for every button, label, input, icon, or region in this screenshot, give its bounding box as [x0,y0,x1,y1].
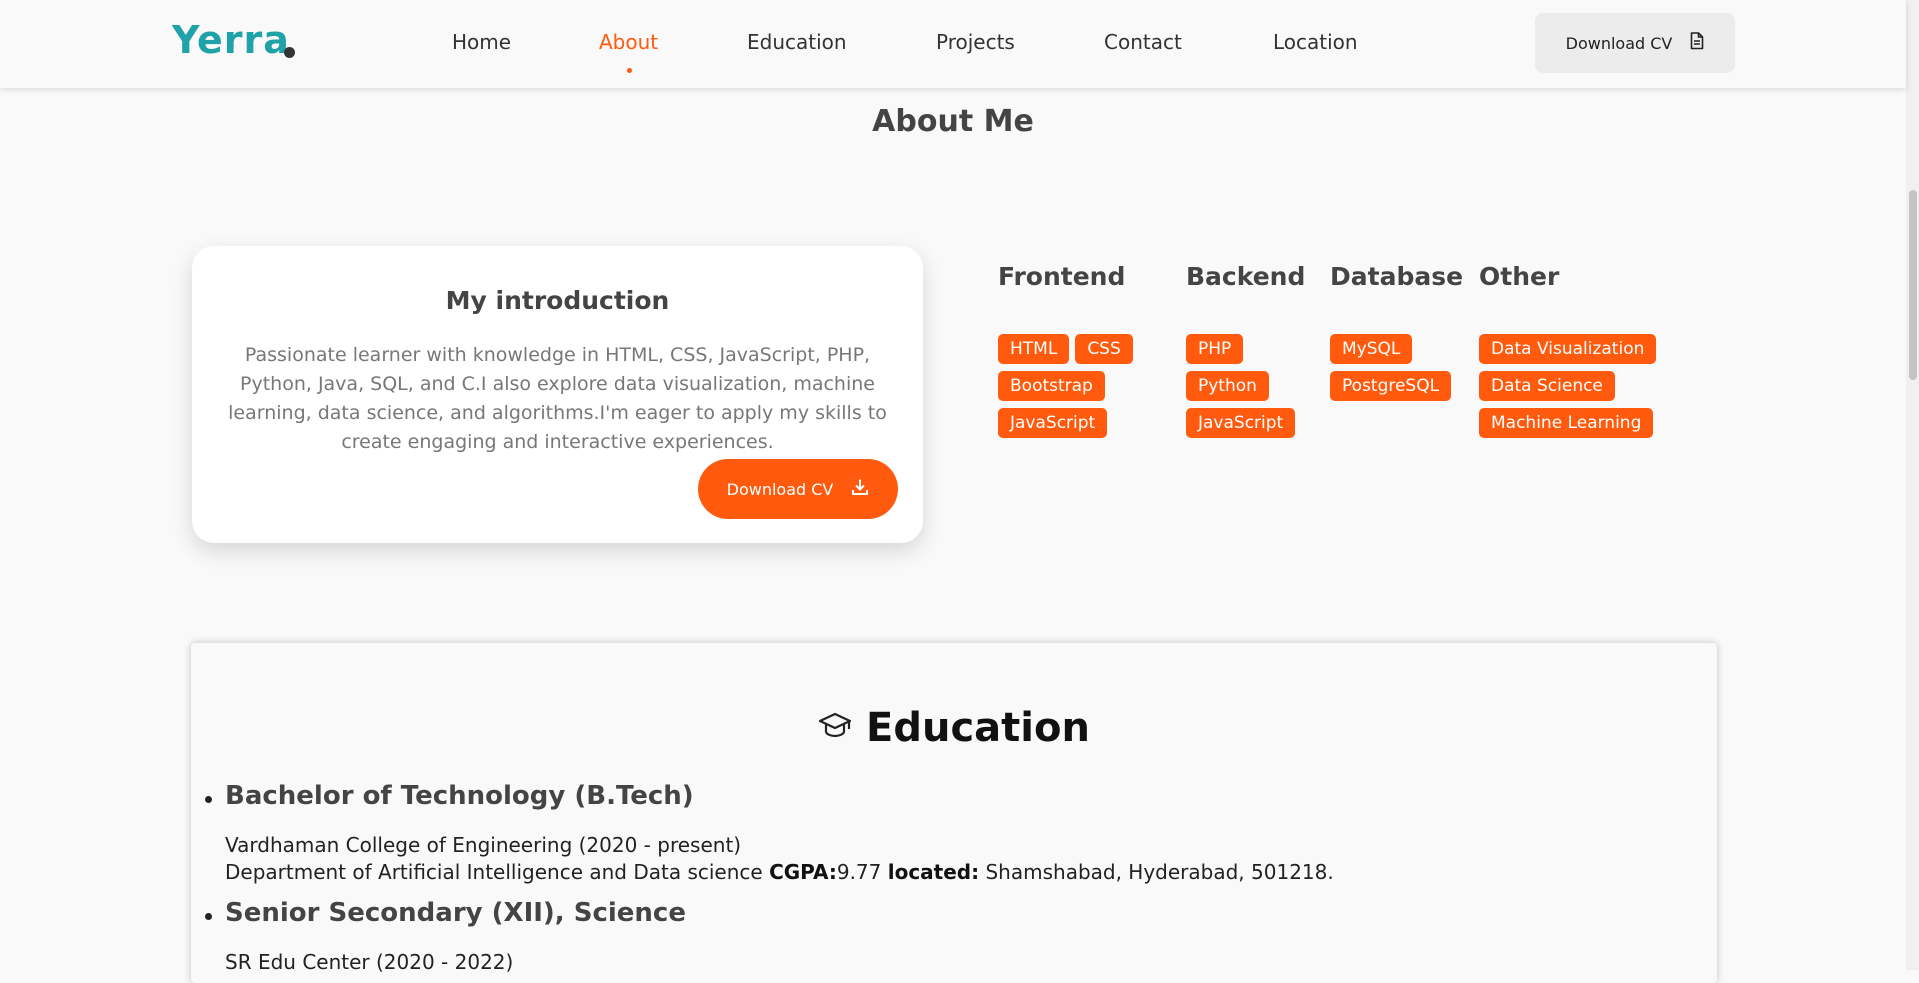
education-cgpa-label: CGPA: [769,860,837,884]
header-download-cv-label: Download CV [1565,33,1673,53]
education-item: Senior Secondary (XII), Science SR Edu C… [205,898,686,974]
skills-frontend: Frontend HTML CSS Bootstrap JavaScript [998,262,1168,438]
skill-tag: Data Visualization [1479,334,1657,364]
graduation-cap-icon [818,705,852,751]
skills-other: Other Data Visualization Data Science Ma… [1479,262,1679,438]
education-title-text: Education [866,705,1090,751]
intro-download-cv-label: Download CV [726,479,834,499]
education-title: Education [191,705,1717,751]
skill-tag: Machine Learning [1479,408,1654,438]
education-item-title: Bachelor of Technology (B.Tech) [205,781,1334,811]
site-header: Yerra Home About Education Projects Cont… [0,0,1906,88]
logo-dot [284,47,295,58]
nav-active-indicator [627,68,632,73]
skill-tag: JavaScript [1186,408,1296,438]
skills-database: Database MySQL PostgreSQL [1330,262,1464,401]
nav-projects[interactable]: Projects [936,30,1015,54]
skill-tag: PostgreSQL [1330,371,1452,401]
education-cgpa: 9.77 [836,860,882,884]
nav-home[interactable]: Home [452,30,511,54]
scrollbar-track[interactable] [1906,0,1919,970]
about-title: About Me [872,104,1034,139]
skills-backend-heading: Backend [1186,262,1306,291]
education-card: Education Bachelor of Technology (B.Tech… [191,643,1717,983]
header-download-cv-button[interactable]: Download CV [1535,13,1735,73]
scrollbar-thumb[interactable] [1909,190,1917,380]
education-item: Bachelor of Technology (B.Tech) Vardhama… [205,781,1334,884]
skills-backend-tags: PHP Python JavaScript [1186,334,1316,438]
nav-about[interactable]: About [599,30,658,54]
logo[interactable]: Yerra [172,18,290,62]
nav-education[interactable]: Education [747,30,847,54]
document-icon [1690,32,1704,54]
education-details: Department of Artificial Intelligence an… [225,860,1334,884]
nav-contact[interactable]: Contact [1104,30,1182,54]
skill-tag: Bootstrap [998,371,1105,401]
skills-other-heading: Other [1479,262,1560,291]
skill-tag: HTML [998,334,1070,364]
skills-database-heading: Database [1330,262,1464,291]
intro-card: My introduction Passionate learner with … [192,246,923,543]
skills-backend: Backend PHP Python JavaScript [1186,262,1316,438]
education-located-label: located: [887,860,980,884]
intro-title: My introduction [445,286,670,315]
skill-tag: Python [1186,371,1269,401]
nav-location[interactable]: Location [1273,30,1358,54]
skill-tag: CSS [1075,334,1133,364]
education-institution: Vardhaman College of Engineering (2020 -… [225,833,742,857]
education-department: Department of Artificial Intelligence an… [225,860,763,884]
intro-text: Passionate learner with knowledge in HTM… [228,344,887,453]
skill-tag: MySQL [1330,334,1413,364]
skill-tag: PHP [1186,334,1244,364]
education-location: Shamshabad, Hyderabad, 501218. [985,860,1334,884]
skills-frontend-heading: Frontend [998,262,1126,291]
skills-database-tags: MySQL PostgreSQL [1330,334,1460,401]
skills-other-tags: Data Visualization Data Science Machine … [1479,334,1679,438]
skill-tag: JavaScript [998,408,1108,438]
education-institution: SR Edu Center (2020 - 2022) [225,950,514,974]
education-item-title: Senior Secondary (XII), Science [205,898,686,928]
download-icon [851,478,869,500]
skill-tag: Data Science [1479,371,1615,401]
skills-frontend-tags: HTML CSS Bootstrap JavaScript [998,334,1168,438]
intro-download-cv-button[interactable]: Download CV [698,459,898,519]
